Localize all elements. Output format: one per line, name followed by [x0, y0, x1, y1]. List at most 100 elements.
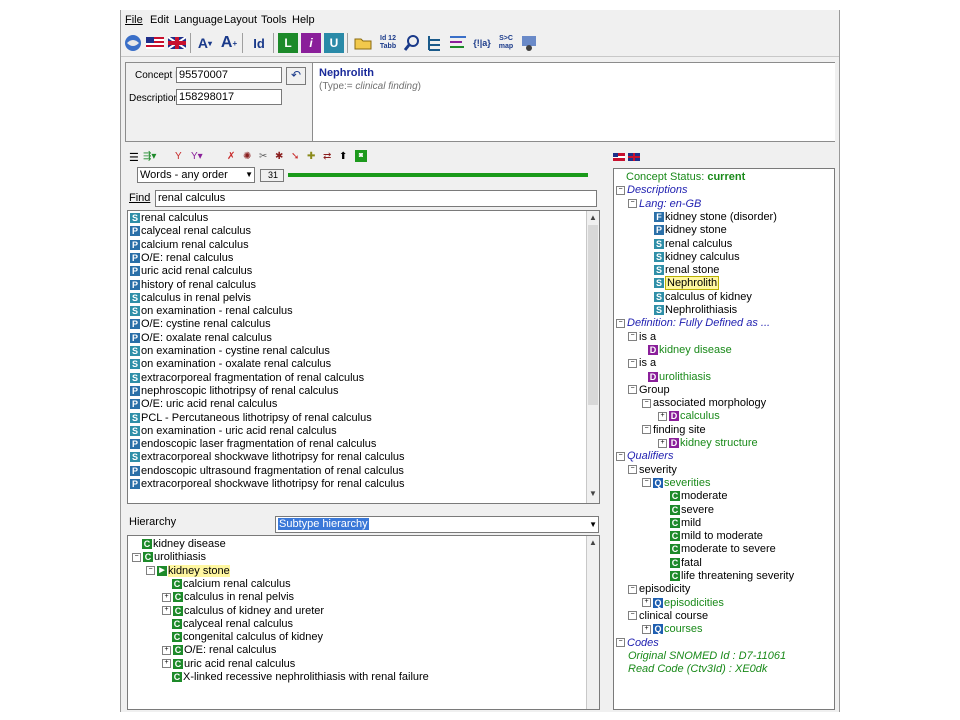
id-icon[interactable]: Id [247, 33, 271, 53]
scroll-up-icon[interactable]: ▲ [588, 213, 598, 223]
lexical-icon[interactable]: L [278, 33, 298, 53]
qualifier-node[interactable]: − severity [628, 464, 677, 477]
arrow-icon[interactable]: ➘ [291, 151, 299, 162]
collapse-icon[interactable]: − [146, 566, 155, 576]
descriptions-node[interactable]: − Descriptions [616, 184, 688, 197]
collapse-icon[interactable]: − [132, 552, 141, 562]
search-mode-select[interactable]: Words - any order ▼ [137, 167, 255, 183]
description-term[interactable]: Fkidney stone (disorder) [654, 211, 777, 224]
result-row[interactable]: Son examination - renal calculus [130, 305, 293, 318]
result-row[interactable]: Scalculus in renal pelvis [130, 292, 251, 305]
collapse-icon[interactable]: − [628, 358, 637, 368]
code-value[interactable]: Read Code (Ctv3Id) : XE0dk [628, 663, 767, 676]
collapse-icon[interactable]: − [628, 332, 637, 342]
search-icon[interactable] [402, 33, 422, 53]
hierarchy-item[interactable]: + C O/E: renal calculus [162, 644, 276, 657]
collapse-icon[interactable]: − [628, 385, 637, 395]
qualifier-node[interactable]: − clinical course [628, 610, 708, 623]
undo-button[interactable]: ↶ [286, 67, 306, 85]
collapse-icon[interactable]: − [628, 199, 637, 209]
hierarchy-item[interactable]: Ccongenital calculus of kidney [172, 631, 323, 644]
description-term[interactable]: Scalculus of kidney [654, 291, 752, 304]
menu-edit[interactable]: Edit [150, 14, 169, 26]
collapse-icon[interactable]: − [616, 318, 625, 328]
description-term[interactable]: Pkidney stone [654, 224, 727, 237]
collapse-icon[interactable]: − [642, 478, 651, 488]
collapse-icon[interactable]: − [616, 185, 625, 195]
is-a-target[interactable]: Dkidney disease [648, 344, 732, 357]
hier-scroll-up-icon[interactable]: ▲ [588, 538, 598, 548]
is-a-target[interactable]: Durolithiasis [648, 371, 711, 384]
list-icon[interactable] [448, 33, 468, 53]
result-row[interactable]: Son examination - cystine renal calculus [130, 345, 330, 358]
filter-icon[interactable]: Y [175, 151, 182, 162]
hierarchy-item[interactable]: + Curic acid renal calculus [162, 658, 295, 671]
menu-tools[interactable]: Tools [261, 14, 287, 26]
severity-value[interactable]: Csevere [670, 504, 714, 517]
swap-icon[interactable]: ⇄ [323, 151, 331, 162]
result-row[interactable]: Phistory of renal calculus [130, 279, 256, 292]
result-row[interactable]: P O/E: cystine renal calculus [130, 318, 271, 331]
collapse-icon[interactable]: − [642, 425, 651, 435]
find-input[interactable]: renal calculus [155, 190, 597, 207]
result-row[interactable]: Pcalyceal renal calculus [130, 225, 251, 238]
result-row[interactable]: P O/E: oxalate renal calculus [130, 332, 272, 345]
id-tab-icon[interactable]: Id 12 Tabb [377, 33, 399, 53]
result-row[interactable]: Sextracorporeal fragmentation of renal c… [130, 372, 364, 385]
hierarchy-item[interactable]: − ▶ kidney stone [146, 564, 230, 578]
expand-icon[interactable]: + [658, 411, 667, 421]
definition-node[interactable]: − Definition: Fully Defined as ... [616, 317, 770, 330]
font-increase-icon[interactable]: A + [219, 33, 239, 53]
hierarchy-item[interactable]: + Ccalculus of kidney and ureter [162, 605, 324, 618]
expand-icon[interactable]: + [162, 645, 171, 655]
result-row[interactable]: P O/E: renal calculus [130, 252, 233, 265]
expand-icon[interactable]: + [658, 438, 667, 448]
expand-icon[interactable]: + [642, 624, 651, 634]
qualifier-node[interactable]: − episodicity [628, 583, 690, 596]
concept-detail-tree[interactable]: Concept Status: current − Descriptions − Lan… [613, 168, 835, 710]
qualifier-set[interactable]: + Qcourses [642, 623, 703, 636]
expand-icon[interactable]: + [642, 598, 651, 608]
green-icon[interactable]: ◙ [355, 150, 367, 162]
result-row[interactable]: Pnephroscopic lithotripsy of renal calcu… [130, 385, 339, 398]
result-row[interactable]: Srenal calculus [130, 212, 208, 225]
concept-id-field[interactable]: 95570007 [176, 67, 282, 83]
filter-options-icon[interactable]: Y▾ [191, 151, 203, 162]
description-term[interactable]: Skidney calculus [654, 251, 740, 264]
result-row[interactable]: Pendoscopic ultrasound fragmentation of … [130, 465, 404, 478]
collapse-icon[interactable]: − [628, 584, 637, 594]
description-term[interactable]: Srenal calculus [654, 238, 732, 251]
collapse-icon[interactable]: − [628, 465, 637, 475]
uk-flag-icon[interactable] [167, 33, 187, 53]
hierarchy-select[interactable]: Subtype hierarchy ▼ [275, 516, 599, 533]
menu-language[interactable]: Language [174, 14, 223, 26]
hierarchy-item[interactable]: Ccalyceal renal calculus [172, 618, 293, 631]
description-term[interactable]: S Nephrolith [654, 276, 720, 291]
scroll-thumb[interactable] [588, 225, 598, 405]
codes-node[interactable]: − Codes [616, 637, 659, 650]
hierarchy-scrollbar[interactable]: ▲ [586, 536, 599, 709]
collapse-icon[interactable]: − [642, 398, 651, 408]
attribute-target[interactable]: + Dkidney structure [658, 437, 758, 450]
hierarchy-item[interactable]: + Ccalculus in renal pelvis [162, 591, 294, 604]
lang-node[interactable]: − Lang: en-GB [628, 198, 701, 211]
concept-status[interactable]: Concept Status: current [626, 171, 745, 184]
result-row[interactable]: Son examination - oxalate renal calculus [130, 358, 331, 371]
scroll-down-icon[interactable]: ▼ [588, 489, 598, 499]
result-row[interactable]: P O/E: uric acid renal calculus [130, 398, 277, 411]
pin-icon[interactable]: ⬆ [339, 151, 347, 162]
info-icon[interactable]: i [301, 33, 321, 53]
hierarchy-item[interactable]: Ccalcium renal calculus [172, 578, 291, 591]
expand-icon[interactable]: + [162, 659, 171, 669]
expand-icon[interactable]: + [162, 606, 171, 616]
expand-icon[interactable]: + [162, 592, 171, 602]
collapse-icon[interactable]: − [616, 451, 625, 461]
code-value[interactable]: Original SNOMED Id : D7-11061 [628, 650, 786, 663]
results-list[interactable]: Srenal calculus Pcalyceal renal calculus P… [127, 210, 600, 504]
us-flag-small-icon[interactable] [613, 152, 625, 164]
tree-icon[interactable] [425, 33, 445, 53]
severity-value[interactable]: Cmild [670, 517, 701, 530]
result-row[interactable]: Son examination - uric acid renal calcul… [130, 425, 337, 438]
menu-help[interactable]: Help [292, 14, 315, 26]
severity-value[interactable]: Cmild to moderate [670, 530, 763, 543]
